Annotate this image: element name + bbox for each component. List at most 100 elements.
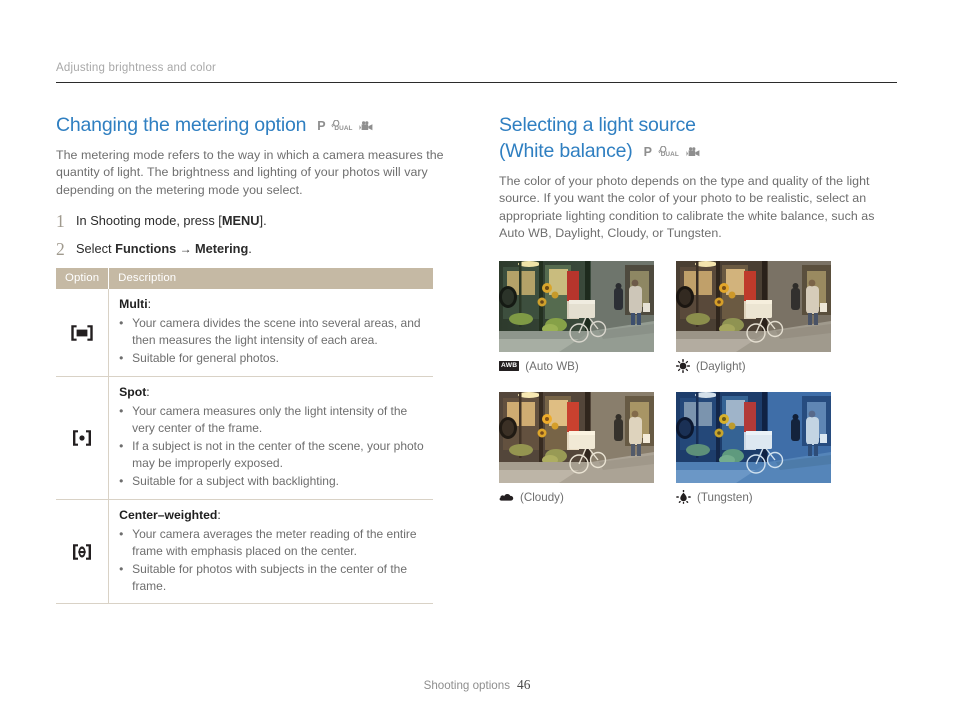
bullet-text: Your camera averages the meter reading o…: [132, 526, 417, 558]
mode-icon-group-left: P DUAL: [317, 119, 373, 133]
footer-section-label: Shooting options: [423, 679, 510, 692]
sample-cell-cloudy: (Cloudy): [499, 391, 654, 505]
cell-option-description: Multi: • Your camera divides the scene in…: [108, 289, 433, 378]
table-body: Multi: • Your camera divides the scene in…: [56, 289, 433, 605]
bullet-dot: •: [119, 404, 124, 418]
step-text-bold: Functions: [115, 241, 177, 257]
cell-option-icon: [56, 499, 110, 605]
page-footer: Shooting options 46: [0, 677, 954, 693]
dual-is-label: DUAL: [334, 125, 353, 133]
running-header: Adjusting brightness and color: [56, 62, 217, 74]
sample-cell-daylight: (Daylight): [676, 260, 831, 374]
step-text-post: .: [248, 241, 252, 257]
dual-is-label: DUAL: [660, 151, 679, 159]
dual-is-icon: DUAL: [331, 119, 353, 133]
bullet-item: • If a subject is not in the center of th…: [119, 438, 425, 471]
option-title: Spot:: [119, 385, 150, 399]
table-head: Option Description: [56, 268, 433, 290]
bullet-text: Suitable for photos with subjects in the…: [132, 562, 407, 593]
header-rule: [56, 82, 897, 83]
street-scene-cloudy: [499, 391, 654, 483]
right-heading-line-2: (White balance): [499, 140, 633, 162]
dual-is-icon: DUAL: [658, 145, 680, 159]
camcorder-icon: [359, 121, 373, 132]
sample-caption-tungsten: (Tungsten): [676, 490, 831, 505]
bullet-item: • Suitable for general photos.: [119, 350, 425, 367]
sample-row: AWB (Auto WB) (Daylight): [499, 260, 897, 374]
step-text-bold: MENU: [221, 213, 260, 229]
bulb-icon: [676, 490, 691, 505]
sample-caption-cloudy: (Cloudy): [499, 490, 654, 505]
mode-icon-group-right: P DUAL: [643, 145, 700, 159]
street-scene-daylight: [676, 260, 831, 352]
table-row: Spot: • Your camera measures only the lig…: [56, 376, 433, 500]
step-text-pre: In Shooting mode, press [: [76, 213, 222, 229]
step-text-bold-2: Metering: [194, 241, 249, 257]
sample-cell-tungsten: (Tungsten): [676, 391, 831, 505]
program-mode-icon: P: [643, 145, 652, 159]
auto-wb-icon: AWB: [499, 361, 520, 371]
step-item: 1 In Shooting mode, press [MENU].: [56, 212, 456, 230]
step-arrow-glyph: →: [179, 242, 192, 257]
street-scene-tungsten: [676, 391, 831, 483]
option-title: Center–weighted:: [119, 507, 221, 522]
table-row: Multi: • Your camera divides the scene in…: [56, 289, 433, 378]
sample-row: (Cloudy) (Tungsten): [499, 391, 897, 505]
manual-page: Adjusting brightness and color Changing …: [0, 0, 954, 720]
bullet-item: • Suitable for a subject with backlightin…: [119, 473, 425, 490]
bullet-dot: •: [119, 474, 124, 489]
left-steps-list: 1 In Shooting mode, press [MENU]. 2 Sele…: [56, 212, 456, 258]
step-text: Select Functions → Metering.: [76, 240, 252, 258]
caption-text: (Tungsten): [697, 490, 753, 504]
bullet-text: If a subject is not in the center of the…: [132, 439, 424, 470]
sun-icon: [676, 359, 690, 374]
option-title: Multi:: [119, 297, 151, 312]
bullet-list: • Your camera divides the scene into seve…: [119, 315, 425, 367]
bullet-dot: •: [119, 562, 124, 577]
right-section-heading: Selecting a light source (White balance)…: [499, 112, 897, 164]
metering-options-table: Option Description Multi: • Your camera …: [56, 268, 433, 605]
caption-text: (Cloudy): [520, 490, 564, 504]
left-column: Changing the metering option P DUAL The …: [56, 112, 456, 605]
bullet-list: • Your camera averages the meter reading …: [119, 526, 425, 594]
page-number: 46: [517, 677, 531, 692]
bullet-dot: •: [119, 526, 124, 541]
bullet-text: Suitable for a subject with backlighting…: [132, 474, 339, 489]
right-column: Selecting a light source (White balance)…: [499, 112, 897, 505]
sample-cell-auto-wb: AWB (Auto WB): [499, 260, 654, 374]
left-intro-paragraph: The metering mode refers to the way in w…: [56, 148, 444, 197]
bullet-list: • Your camera measures only the light int…: [119, 403, 425, 490]
caption-text: (Auto WB): [525, 359, 579, 373]
street-scene-auto-wb: [499, 260, 654, 352]
bullet-item: • Your camera divides the scene into seve…: [119, 315, 425, 348]
cell-option-icon: [56, 376, 110, 500]
white-balance-sample-grid: AWB (Auto WB) (Daylight) (Cloudy) (Tungs…: [499, 260, 897, 505]
sample-caption-auto-wb: AWB (Auto WB): [499, 359, 654, 374]
bullet-dot: •: [119, 351, 124, 366]
step-number: 2: [56, 239, 65, 260]
bullet-text: Suitable for general photos.: [132, 351, 279, 366]
cell-option-description: Center–weighted: • Your camera averages t…: [108, 499, 433, 605]
cloud-icon: [499, 491, 514, 503]
table-row: Center–weighted: • Your camera averages t…: [56, 499, 433, 605]
column-header-option: Option: [56, 268, 110, 290]
bullet-dot: •: [119, 316, 124, 331]
step-item: 2 Select Functions → Metering.: [56, 240, 456, 258]
step-text: In Shooting mode, press [MENU].: [76, 212, 267, 230]
right-heading-line-2-row: (White balance) P DUAL: [499, 138, 897, 164]
metering-multi-icon: [69, 324, 95, 342]
step-number: 1: [56, 211, 65, 232]
metering-spot-icon: [69, 429, 95, 447]
bullet-text: Your camera divides the scene into sever…: [132, 316, 421, 347]
caption-text: (Daylight): [696, 359, 746, 373]
program-mode-icon: P: [317, 119, 326, 133]
left-heading-text: Changing the metering option: [56, 114, 307, 136]
step-text-post: ].: [259, 213, 267, 229]
cell-option-description: Spot: • Your camera measures only the lig…: [108, 376, 433, 500]
camcorder-icon: [686, 147, 700, 158]
bullet-item: • Your camera measures only the light int…: [119, 403, 425, 436]
bullet-item: • Suitable for photos with subjects in th…: [119, 561, 425, 594]
metering-center-weighted-icon: [69, 543, 95, 561]
sample-caption-daylight: (Daylight): [676, 359, 831, 374]
right-intro-paragraph: The color of your photo depends on the t…: [499, 174, 875, 241]
